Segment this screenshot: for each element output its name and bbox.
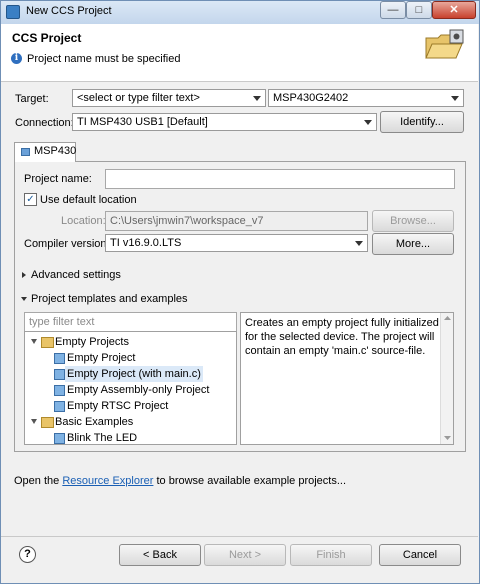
description-text: Creates an empty project fully initializ… bbox=[245, 317, 439, 357]
footer-divider bbox=[1, 536, 478, 537]
window-title: New CCS Project bbox=[26, 5, 112, 17]
compiler-version-label: Compiler version: bbox=[24, 238, 110, 250]
location-label: Location: bbox=[61, 215, 106, 227]
cancel-button[interactable]: Cancel bbox=[379, 544, 461, 566]
location-input[interactable]: C:\Users\jmwin7\workspace_v7 bbox=[105, 211, 368, 231]
scrollbar-arrows-icon bbox=[444, 316, 451, 440]
connection-label: Connection: bbox=[15, 117, 74, 129]
help-button[interactable]: ? bbox=[19, 546, 36, 563]
templates-section-toggle[interactable]: Project templates and examples bbox=[31, 293, 188, 305]
compiler-version-combo[interactable]: TI v16.9.0.LTS bbox=[105, 234, 368, 252]
folder-icon bbox=[41, 417, 54, 428]
folder-icon bbox=[41, 337, 54, 348]
resource-text-suffix: to browse available example projects... bbox=[153, 475, 347, 487]
template-description: Creates an empty project fully initializ… bbox=[240, 312, 454, 445]
chevron-down-icon bbox=[451, 96, 459, 101]
target-filter-text: <select or type filter text> bbox=[77, 92, 200, 104]
new-project-folder-icon bbox=[425, 29, 464, 59]
tree-item-label: Empty Project bbox=[67, 352, 136, 364]
tree-item-label: Empty RTSC Project bbox=[67, 400, 169, 412]
project-icon bbox=[54, 401, 65, 412]
close-button[interactable]: ✕ bbox=[432, 1, 476, 19]
project-icon bbox=[54, 369, 65, 380]
project-name-input[interactable] bbox=[105, 169, 455, 189]
resource-text-prefix: Open the bbox=[14, 475, 63, 487]
help-icon: ? bbox=[24, 548, 31, 560]
maximize-button[interactable]: □ bbox=[406, 1, 432, 19]
tree-item-label: Basic Examples bbox=[55, 416, 134, 428]
project-icon bbox=[54, 385, 65, 396]
connection-value: TI MSP430 USB1 [Default] bbox=[77, 116, 208, 128]
resource-explorer-line: Open the Resource Explorer to browse ava… bbox=[14, 475, 346, 487]
maximize-icon: □ bbox=[415, 4, 423, 16]
chip-icon bbox=[21, 148, 30, 156]
target-filter-combo[interactable]: <select or type filter text> bbox=[72, 89, 266, 107]
compiler-version-value: TI v16.9.0.LTS bbox=[110, 237, 182, 249]
use-default-location-label: Use default location bbox=[40, 194, 137, 206]
use-default-location-checkbox[interactable]: ✓ bbox=[24, 193, 37, 206]
next-button[interactable]: Next > bbox=[204, 544, 286, 566]
minimize-button[interactable]: — bbox=[380, 1, 406, 19]
template-filter-input[interactable]: type filter text bbox=[24, 312, 237, 332]
tree-item-label: Empty Projects bbox=[55, 336, 129, 348]
resource-explorer-link[interactable]: Resource Explorer bbox=[62, 475, 153, 487]
collapse-arrow-icon[interactable] bbox=[31, 339, 37, 344]
page-title: CCS Project bbox=[12, 31, 82, 45]
target-label: Target: bbox=[15, 93, 49, 105]
chevron-down-icon bbox=[364, 120, 372, 125]
chevron-down-icon bbox=[355, 241, 363, 246]
close-icon: ✕ bbox=[449, 4, 459, 16]
tab-label: MSP430 bbox=[34, 145, 77, 157]
description-scrollbar[interactable] bbox=[440, 313, 453, 444]
collapse-arrow-icon[interactable] bbox=[31, 419, 37, 424]
advanced-settings-toggle[interactable]: Advanced settings bbox=[31, 269, 121, 281]
project-icon bbox=[54, 353, 65, 364]
browse-button[interactable]: Browse... bbox=[372, 210, 454, 232]
target-device-value: MSP430G2402 bbox=[273, 92, 349, 104]
tree-item-label: Empty Project (with main.c) bbox=[65, 366, 203, 382]
collapse-arrow-icon[interactable] bbox=[21, 297, 27, 301]
back-button[interactable]: < Back bbox=[119, 544, 201, 566]
tree-item-label: Blink The LED bbox=[67, 432, 138, 444]
app-icon bbox=[6, 5, 20, 19]
expand-arrow-icon[interactable] bbox=[22, 272, 26, 278]
tree-item-label: Empty Assembly-only Project bbox=[67, 384, 210, 396]
minimize-icon: — bbox=[387, 4, 399, 16]
project-icon bbox=[54, 433, 65, 444]
identify-button[interactable]: Identify... bbox=[380, 111, 464, 133]
more-button[interactable]: More... bbox=[372, 233, 454, 255]
info-icon: i bbox=[11, 53, 22, 64]
template-tree[interactable]: Empty Projects Empty Project Empty Proje… bbox=[24, 331, 237, 445]
target-device-combo[interactable]: MSP430G2402 bbox=[268, 89, 464, 107]
connection-combo[interactable]: TI MSP430 USB1 [Default] bbox=[72, 113, 377, 131]
project-name-label: Project name: bbox=[24, 173, 92, 185]
status-message: Project name must be specified bbox=[27, 53, 181, 65]
finish-button[interactable]: Finish bbox=[290, 544, 372, 566]
chevron-down-icon bbox=[253, 96, 261, 101]
